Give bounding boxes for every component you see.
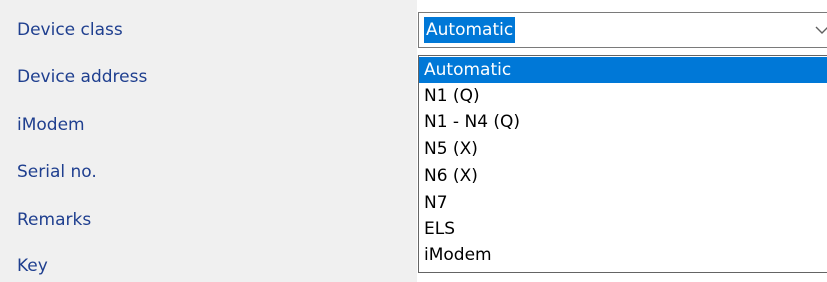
dropdown-option-n6-x[interactable]: N6 (X) xyxy=(419,163,827,189)
device-class-selected-value: Automatic xyxy=(424,17,516,43)
dropdown-option-els[interactable]: ELS xyxy=(419,216,827,242)
label-serial-no: Serial no. xyxy=(17,162,97,182)
label-device-class: Device class xyxy=(17,20,123,40)
dropdown-option-n1-q[interactable]: N1 (Q) xyxy=(419,83,827,109)
label-remarks: Remarks xyxy=(17,210,92,230)
dropdown-option-n7[interactable]: N7 xyxy=(419,190,827,216)
label-device-address: Device address xyxy=(17,67,148,87)
label-key: Key xyxy=(17,256,48,276)
label-imodem: iModem xyxy=(17,115,85,135)
dropdown-option-n1-n4-q[interactable]: N1 - N4 (Q) xyxy=(419,109,827,135)
dropdown-option-imodem[interactable]: iModem xyxy=(419,242,827,268)
device-class-select[interactable]: Automatic xyxy=(418,12,827,48)
chevron-down-icon[interactable] xyxy=(805,13,827,47)
device-class-dropdown-list: Automatic N1 (Q) N1 - N4 (Q) N5 (X) N6 (… xyxy=(418,55,827,273)
field-labels-panel: Device class Device address iModem Seria… xyxy=(0,0,410,282)
dropdown-option-n5-x[interactable]: N5 (X) xyxy=(419,136,827,162)
dropdown-option-automatic[interactable]: Automatic xyxy=(419,57,827,83)
